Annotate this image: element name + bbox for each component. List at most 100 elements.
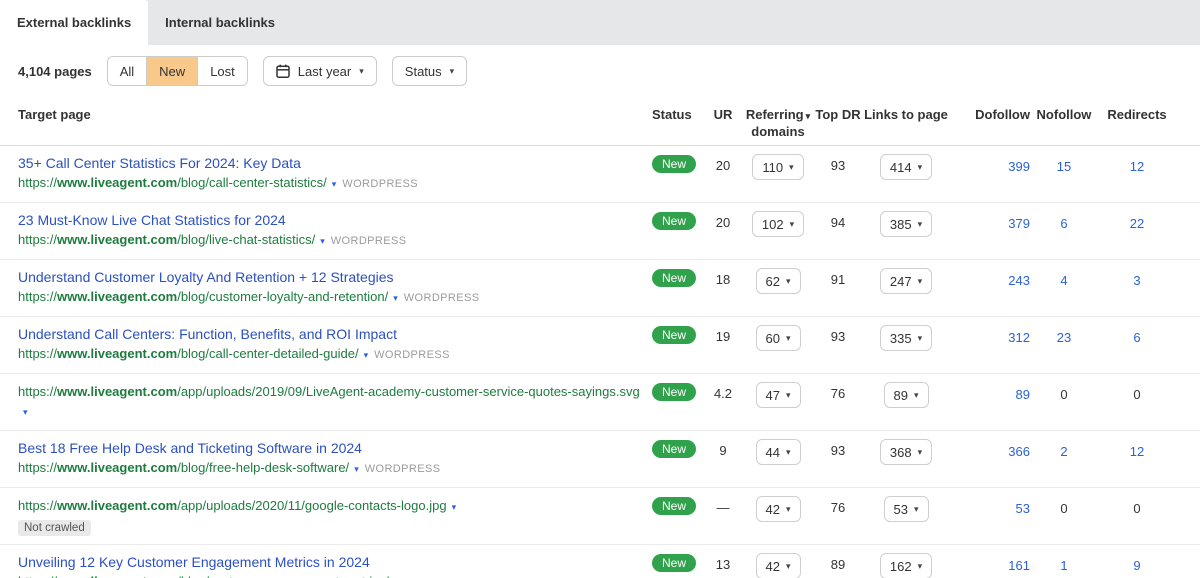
url-dropdown-caret-icon[interactable]: ▾ <box>354 464 359 474</box>
filter-new-button[interactable]: New <box>146 57 197 85</box>
redirects-count-link[interactable]: 3 <box>1133 273 1140 288</box>
links-to-page-dropdown[interactable]: 247 ▾ <box>880 268 932 294</box>
status-cell: New <box>652 439 704 458</box>
column-header-links-to-page[interactable]: Links to page <box>862 107 950 123</box>
links-to-page-dropdown[interactable]: 368 ▾ <box>880 439 932 465</box>
caret-down-icon: ▾ <box>918 561 923 572</box>
table-row: 35+ Call Center Statistics For 2024: Key… <box>0 146 1200 203</box>
caret-down-icon: ▾ <box>914 504 919 515</box>
referring-domains-cell: 42 ▾ <box>742 496 814 522</box>
redirects-count-link[interactable]: 12 <box>1130 444 1144 459</box>
dofollow-count-link[interactable]: 89 <box>1016 387 1030 402</box>
target-page-url-link[interactable]: https://www.liveagent.com/blog/live-chat… <box>18 232 315 247</box>
dofollow-count-link[interactable]: 379 <box>1008 216 1030 231</box>
nofollow-count-link[interactable]: 0 <box>1060 387 1067 402</box>
column-header-top-dr[interactable]: Top DR <box>814 107 862 123</box>
referring-domains-dropdown[interactable]: 102 ▾ <box>752 211 804 237</box>
target-page-url-link[interactable]: https://www.liveagent.com/app/uploads/20… <box>18 384 640 399</box>
dofollow-count-link[interactable]: 312 <box>1008 330 1030 345</box>
target-page-url-link[interactable]: https://www.liveagent.com/blog/call-cent… <box>18 346 359 361</box>
redirects-count-link[interactable]: 12 <box>1130 159 1144 174</box>
dofollow-count-link[interactable]: 161 <box>1008 558 1030 573</box>
url-dropdown-caret-icon[interactable]: ▾ <box>364 350 369 360</box>
target-page-title-link[interactable]: Unveiling 12 Key Customer Engagement Met… <box>18 553 640 572</box>
referring-domains-dropdown[interactable]: 110 ▾ <box>752 154 803 180</box>
referring-domains-cell: 42 ▾ <box>742 553 814 578</box>
top-dr-value: 76 <box>814 496 862 515</box>
links-to-page-dropdown[interactable]: 335 ▾ <box>880 325 932 351</box>
nofollow-count-link[interactable]: 2 <box>1060 444 1067 459</box>
links-to-page-dropdown[interactable]: 53 ▾ <box>884 496 929 522</box>
target-page-title-link[interactable]: 35+ Call Center Statistics For 2024: Key… <box>18 154 640 173</box>
target-page-title-link[interactable]: Best 18 Free Help Desk and Ticketing Sof… <box>18 439 640 458</box>
links-to-page-dropdown[interactable]: 385 ▾ <box>880 211 932 237</box>
dofollow-cell: 399 <box>950 154 1030 176</box>
dofollow-cell: 89 <box>950 382 1030 404</box>
links-to-page-dropdown[interactable]: 89 ▾ <box>884 382 929 408</box>
target-page-url-link[interactable]: https://www.liveagent.com/blog/customer-… <box>18 289 388 304</box>
column-header-nofollow[interactable]: Nofollow <box>1030 107 1098 123</box>
tab-external-backlinks[interactable]: External backlinks <box>0 0 148 45</box>
column-header-referring-domains[interactable]: Referring▾ domains <box>742 107 814 140</box>
dofollow-count-link[interactable]: 366 <box>1008 444 1030 459</box>
referring-domains-dropdown[interactable]: 62 ▾ <box>756 268 801 294</box>
redirects-count-link[interactable]: 0 <box>1133 387 1140 402</box>
column-header-status: Status <box>652 107 704 123</box>
dofollow-count-link[interactable]: 53 <box>1016 501 1030 516</box>
cms-tag: WORDPRESS <box>404 292 480 304</box>
target-page-url-link[interactable]: https://www.liveagent.com/blog/customer-… <box>18 574 389 578</box>
status-cell: New <box>652 553 704 572</box>
nofollow-count-link[interactable]: 4 <box>1060 273 1067 288</box>
column-header-ur[interactable]: UR <box>704 107 742 123</box>
links-to-page-dropdown[interactable]: 162 ▾ <box>880 553 932 578</box>
dofollow-count-link[interactable]: 399 <box>1008 159 1030 174</box>
redirects-cell: 12 <box>1098 154 1176 176</box>
redirects-count-link[interactable]: 22 <box>1130 216 1144 231</box>
url-dropdown-caret-icon[interactable]: ▾ <box>320 236 325 246</box>
referring-domains-dropdown[interactable]: 47 ▾ <box>756 382 801 408</box>
column-header-target-page: Target page <box>18 107 652 123</box>
column-header-dofollow[interactable]: Dofollow <box>950 107 1030 123</box>
nofollow-count-link[interactable]: 15 <box>1057 159 1071 174</box>
referring-domains-dropdown[interactable]: 42 ▾ <box>756 496 801 522</box>
column-header-redirects[interactable]: Redirects <box>1098 107 1176 123</box>
redirects-count-link[interactable]: 0 <box>1133 501 1140 516</box>
target-page-url-link[interactable]: https://www.liveagent.com/blog/free-help… <box>18 460 349 475</box>
table-row: Understand Customer Loyalty And Retentio… <box>0 260 1200 317</box>
nofollow-count-link[interactable]: 1 <box>1060 558 1067 573</box>
filter-all-button[interactable]: All <box>108 57 146 85</box>
target-page-title-link[interactable]: 23 Must-Know Live Chat Statistics for 20… <box>18 211 640 230</box>
tab-internal-backlinks[interactable]: Internal backlinks <box>148 0 292 45</box>
url-dropdown-caret-icon[interactable]: ▾ <box>393 293 398 303</box>
table-header-row: Target page Status UR Referring▾ domains… <box>0 97 1200 146</box>
caret-down-icon: ▾ <box>786 390 791 401</box>
filter-lost-button[interactable]: Lost <box>197 57 247 85</box>
url-dropdown-caret-icon[interactable]: ▾ <box>332 179 337 189</box>
url-dropdown-caret-icon[interactable]: ▾ <box>23 407 28 417</box>
target-page-title-link[interactable]: Understand Customer Loyalty And Retentio… <box>18 268 640 287</box>
target-page-url-link[interactable]: https://www.liveagent.com/app/uploads/20… <box>18 498 447 513</box>
redirects-count-link[interactable]: 9 <box>1133 558 1140 573</box>
links-to-page-dropdown[interactable]: 414 ▾ <box>880 154 932 180</box>
links-to-page-cell: 368 ▾ <box>862 439 950 465</box>
nofollow-count-link[interactable]: 6 <box>1060 216 1067 231</box>
ur-value: 13 <box>704 553 742 572</box>
url-dropdown-caret-icon[interactable]: ▾ <box>452 502 457 512</box>
nofollow-cell: 15 <box>1030 154 1098 176</box>
target-page-title-link[interactable]: Understand Call Centers: Function, Benef… <box>18 325 640 344</box>
new-lost-segmented-control: All New Lost <box>107 56 248 86</box>
target-page-url-link[interactable]: https://www.liveagent.com/blog/call-cent… <box>18 175 327 190</box>
status-filter-dropdown[interactable]: Status ▾ <box>392 56 467 86</box>
table-body: 35+ Call Center Statistics For 2024: Key… <box>0 146 1200 578</box>
referring-domains-dropdown[interactable]: 42 ▾ <box>756 553 801 578</box>
date-range-label: Last year <box>298 64 351 79</box>
referring-domains-dropdown[interactable]: 44 ▾ <box>756 439 801 465</box>
referring-domains-dropdown[interactable]: 60 ▾ <box>756 325 801 351</box>
dofollow-cell: 161 <box>950 553 1030 575</box>
date-range-dropdown[interactable]: Last year ▾ <box>263 56 377 86</box>
table-row: Unveiling 12 Key Customer Engagement Met… <box>0 545 1200 578</box>
redirects-count-link[interactable]: 6 <box>1133 330 1140 345</box>
nofollow-count-link[interactable]: 23 <box>1057 330 1071 345</box>
dofollow-count-link[interactable]: 243 <box>1008 273 1030 288</box>
nofollow-count-link[interactable]: 0 <box>1060 501 1067 516</box>
